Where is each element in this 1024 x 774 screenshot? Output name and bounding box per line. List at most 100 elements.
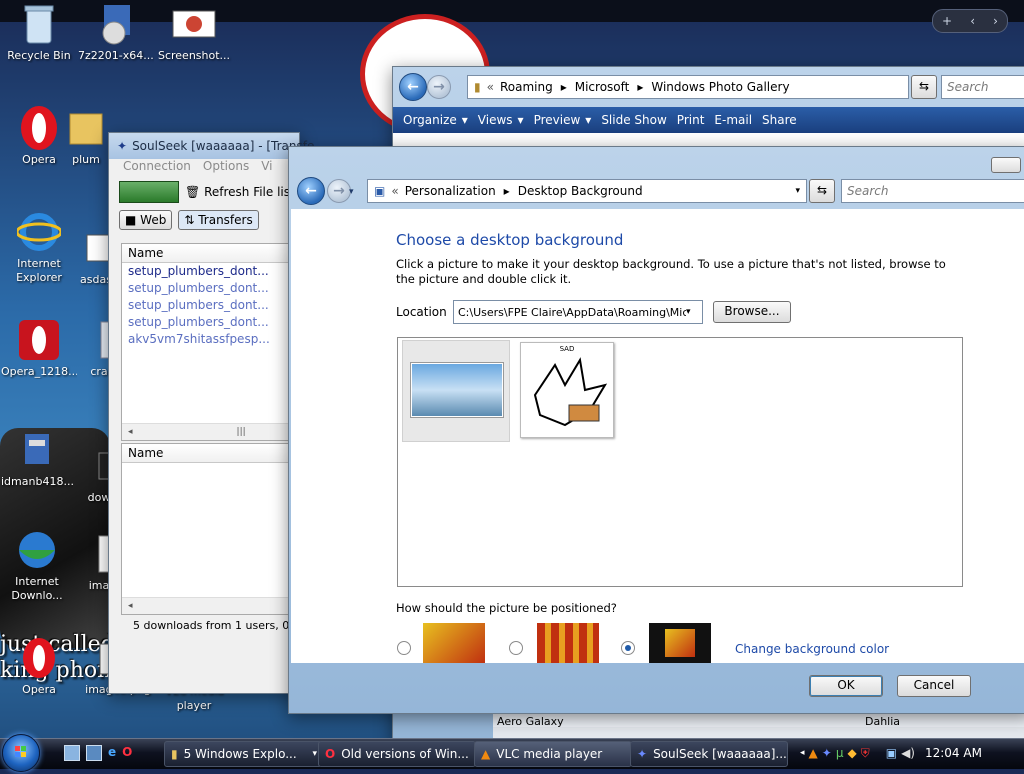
utorrent-tray-icon[interactable]: µ [836,746,844,760]
preview-menu[interactable]: Preview ▾ [534,113,592,127]
desktop-background-window[interactable]: ← → ▾ ▣ « Personalization ▸ Desktop Back… [288,146,1024,714]
breadcrumb-roaming[interactable]: Roaming [500,80,553,94]
tab-web[interactable]: ■ Web [119,210,173,230]
print-button[interactable]: Print [677,113,705,127]
menu-connection[interactable]: Connection [123,159,191,177]
network-icon[interactable]: ▣ [886,746,897,760]
desktop-icon-opera-installer[interactable]: Opera_1218... [1,318,77,379]
picture-thumbnail-drawing[interactable]: SAD [520,342,614,438]
connection-status-button[interactable] [119,181,179,203]
volume-icon[interactable]: ◀) [901,746,915,760]
views-menu[interactable]: Views ▾ [478,113,524,127]
refresh-button[interactable]: ⇆ [911,75,937,99]
download-row[interactable]: setup_plumbers_dont... [122,314,300,331]
change-background-color-link[interactable]: Change background color [735,642,889,656]
desktop-icon-internet-download-manager[interactable]: Internet Downlo... [1,528,73,603]
picture-thumbnail-selected[interactable] [402,340,510,442]
uploads-scrollbar[interactable]: ◂ [122,597,300,614]
taskbar-item-soulseek[interactable]: ✦ SoulSeek [waaaaaa]... [630,741,788,767]
recent-pages-dropdown[interactable]: ▾ [349,187,354,197]
desktop-icon-cra[interactable]: cra [88,318,120,379]
position-fit-preview [423,623,485,663]
drawing-thumbnail [533,357,608,427]
recycle-bin-icon [17,2,61,46]
back-button[interactable]: ← [399,73,427,101]
desktop-icon-opera-2[interactable]: Opera [1,636,77,697]
refresh-file-list-button[interactable]: 🗑 Refresh File list [185,185,295,199]
forward-button[interactable]: → [327,179,351,203]
breadcrumb-windows-photo-gallery[interactable]: Windows Photo Gallery [651,80,789,94]
personalization-address-bar[interactable]: ▣ « Personalization ▸ Desktop Background… [367,179,807,203]
column-name[interactable]: Name [122,244,300,263]
tab-transfers[interactable]: ⇅ Transfers [178,210,259,230]
download-row[interactable]: setup_plumbers_dont... [122,263,300,280]
picture-list: SAD [397,337,963,587]
internet-explorer-icon[interactable]: e [108,745,116,761]
column-name-uploads[interactable]: Name [122,444,300,463]
address-dropdown[interactable]: ▾ [795,186,800,196]
tray-expand-icon[interactable]: ◂ [800,748,805,758]
soulseek-window[interactable]: ✦ SoulSeek [waaaaaa] - [Transfe Connecti… [108,132,314,694]
chevron-down-icon: ▾ [686,307,691,317]
soulseek-tray-icon[interactable]: ✦ [822,746,832,760]
position-radio-tile[interactable] [509,641,523,655]
downloads-scrollbar[interactable]: ◂ ||| [122,423,300,440]
desktop-icon-idman[interactable]: idmanb418... [1,428,73,489]
windows-logo-icon [15,746,26,757]
back-button[interactable]: ← [297,177,325,205]
email-button[interactable]: E-mail [714,113,752,127]
personalization-search[interactable]: Search [841,179,1024,203]
ok-button[interactable]: OK [809,675,883,697]
browse-button[interactable]: Browse... [713,301,791,323]
clock[interactable]: 12:04 AM [925,746,982,760]
sidebar-gadget-controls[interactable]: + ‹ › [932,9,1008,33]
soulseek-menubar: Connection Options Vi [109,159,299,177]
menu-options[interactable]: Options [203,159,249,177]
menu-view[interactable]: Vi [261,159,272,177]
desktop-icon-plum-folder[interactable]: plum [60,106,112,167]
quick-launch: e O [64,745,132,761]
soulseek-titlebar[interactable]: ✦ SoulSeek [waaaaaa] - [Transfe [109,133,314,159]
position-radio-fit[interactable] [397,641,411,655]
desktop-icon-7z-installer[interactable]: 7z2201-x64.... [78,2,154,63]
taskbar-item-opera[interactable]: O Old versions of Win... [318,741,476,767]
download-row[interactable]: setup_plumbers_dont... [122,297,300,314]
installer-icon [15,428,59,472]
next-icon[interactable]: › [993,14,998,28]
desktop-icon-screenshot[interactable]: Screenshot... [156,2,232,63]
desktop-icon-recycle-bin[interactable]: Recycle Bin [1,2,77,63]
taskbar-item-windows-explorer[interactable]: ▮ 5 Windows Explo... ▾ [164,741,322,767]
share-button[interactable]: Share [762,113,797,127]
breadcrumb-personalization[interactable]: Personalization [405,184,496,198]
forward-button[interactable]: → [427,75,451,99]
opera-icon[interactable]: O [122,745,132,761]
download-row[interactable]: setup_plumbers_dont... [122,280,300,297]
slide-show-button[interactable]: Slide Show [601,113,666,127]
photo-gallery-search[interactable]: Search [941,75,1024,99]
minimize-button[interactable] [991,157,1021,173]
location-select[interactable]: C:\Users\FPE Claire\AppData\Roaming\Mic … [453,300,703,324]
start-button[interactable] [2,734,40,772]
position-tile-preview [537,623,599,663]
taskbar-item-vlc[interactable]: ▲ VLC media player [474,741,632,767]
organize-menu[interactable]: Organize ▾ [403,113,468,127]
vlc-tray-icon[interactable]: ▲ [809,746,818,760]
download-row[interactable]: akv5vm7shitassfpesp... [122,331,300,348]
breadcrumb-microsoft[interactable]: Microsoft [575,80,630,94]
show-desktop-icon[interactable] [64,745,80,761]
prev-icon[interactable]: ‹ [970,14,975,28]
refresh-button[interactable]: ⇆ [809,179,835,203]
photo-gallery-address-bar[interactable]: ▮ « Roaming ▸ Microsoft ▸ Windows Photo … [467,75,909,99]
cancel-button[interactable]: Cancel [897,675,971,697]
soulseek-tabs: ■ Web ⇅ Transfers [109,207,299,233]
desktop-icon-internet-explorer[interactable]: Internet Explorer [1,210,77,285]
switch-windows-icon[interactable] [86,745,102,761]
opera-installer-icon [17,318,61,362]
position-radio-center[interactable] [621,641,635,655]
page-description: Click a picture to make it your desktop … [396,257,946,286]
soulseek-icon: ✦ [637,747,648,761]
breadcrumb-desktop-background[interactable]: Desktop Background [518,184,643,198]
defender-tray-icon[interactable]: ◆ [847,746,856,760]
security-shield-icon[interactable]: ⛨ [861,746,870,761]
add-gadget-icon[interactable]: + [942,14,952,28]
